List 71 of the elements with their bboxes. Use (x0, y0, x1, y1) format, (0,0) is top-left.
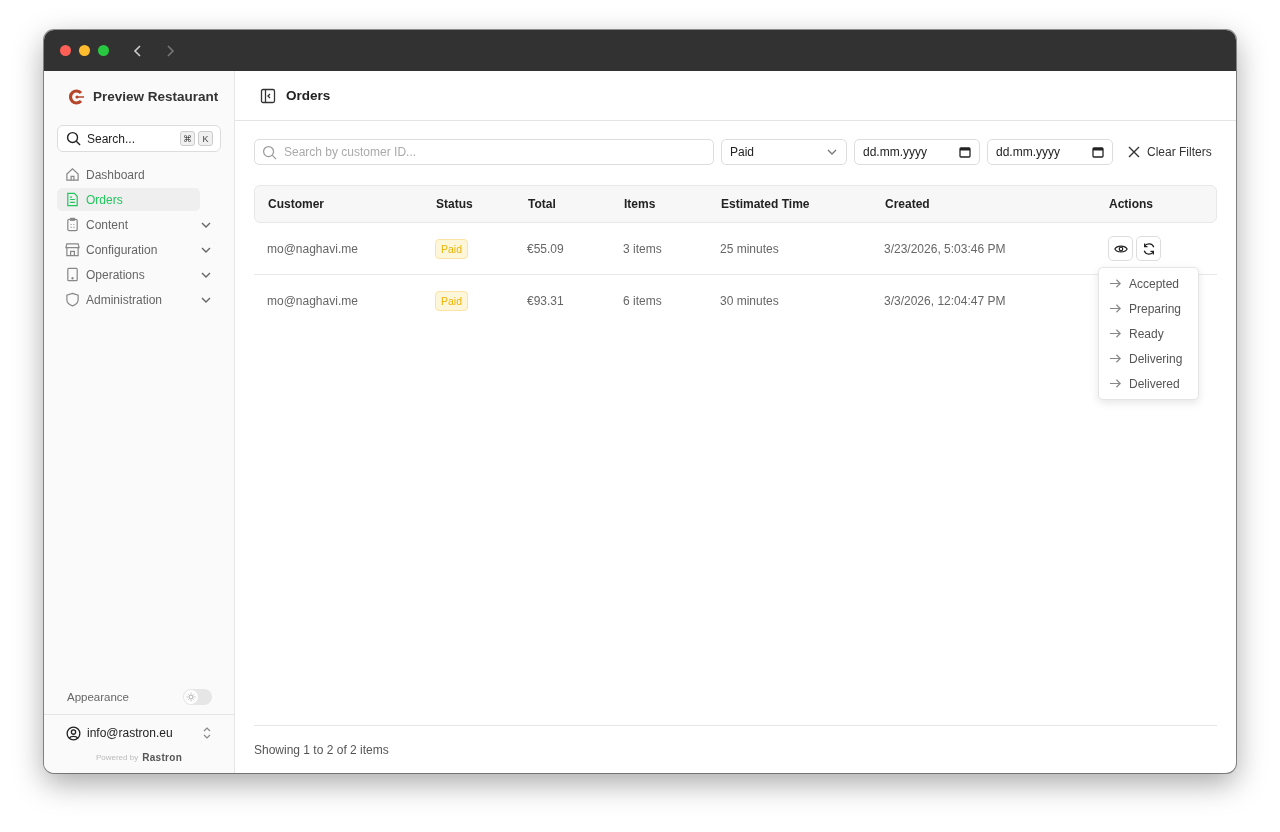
customer-search-field[interactable]: Search by customer ID... (254, 139, 714, 165)
nav-item[interactable]: Configuration (57, 238, 221, 261)
store-icon (65, 242, 80, 257)
page-title: Orders (286, 88, 331, 103)
calendar-icon (959, 146, 971, 158)
status-badge: Paid (435, 290, 468, 311)
nav-item[interactable]: Dashboard (57, 163, 221, 186)
shortcut-key: ⌘ (180, 131, 195, 146)
document-icon (65, 192, 80, 207)
appearance-toggle[interactable] (183, 689, 212, 705)
refresh-icon (1141, 241, 1156, 256)
arrow-right-icon (1109, 377, 1122, 390)
menu-item[interactable]: Ready (1099, 321, 1198, 346)
column-header: Customer (268, 197, 325, 211)
nav-item[interactable]: Content (57, 213, 221, 236)
arrow-right-icon (1109, 352, 1122, 365)
clipboard-icon (65, 217, 80, 232)
shortcut-key: K (198, 131, 213, 146)
restaurant-name: Preview Restaurant (93, 89, 219, 104)
status-badge: Paid (435, 238, 468, 259)
sun-icon (186, 692, 196, 702)
table-cell-text: 3/23/2026, 5:03:46 PM (884, 241, 1007, 256)
view-button[interactable] (1108, 236, 1133, 261)
arrow-right-icon (1109, 327, 1122, 340)
clear-filters-button[interactable]: Clear Filters (1128, 145, 1212, 159)
change-status-button[interactable] (1136, 236, 1161, 261)
table-cell-text: 25 minutes (720, 241, 780, 256)
menu-item[interactable]: Delivered (1099, 371, 1198, 396)
table-cell-text: mo@naghavi.me (267, 241, 359, 256)
table-cell-text: €93.31 (527, 293, 565, 308)
column-header: Estimated Time (721, 197, 811, 211)
nav-item[interactable]: Administration (57, 288, 221, 311)
minimize-icon[interactable] (79, 45, 90, 56)
appearance-label: Appearance (67, 691, 130, 703)
arrow-right-icon (1109, 302, 1122, 315)
close-icon[interactable] (60, 45, 71, 56)
search-icon (66, 131, 81, 146)
column-header: Actions (1109, 197, 1154, 211)
calendar-icon (1092, 146, 1104, 158)
sidebar-toggle-icon[interactable] (260, 87, 276, 104)
status-select[interactable]: Paid (721, 139, 847, 165)
logo-icon (69, 88, 85, 105)
nav-item[interactable]: Operations (57, 263, 221, 286)
date-field[interactable]: dd.mm.yyyy (987, 139, 1113, 165)
search-icon (262, 145, 277, 160)
menu-item[interactable]: Delivering (1099, 346, 1198, 371)
maximize-icon[interactable] (98, 45, 109, 56)
shield-icon (65, 292, 80, 307)
close-icon (1128, 146, 1140, 158)
table-cell-text: 3/3/2026, 12:04:47 PM (884, 293, 1007, 308)
user-icon (66, 725, 81, 741)
home-icon (65, 167, 80, 182)
date-field[interactable]: dd.mm.yyyy (854, 139, 980, 165)
column-header: Created (885, 197, 931, 211)
column-header: Total (528, 197, 557, 211)
table-cell-text: €55.09 (527, 241, 565, 256)
table-cell-text: mo@naghavi.me (267, 293, 359, 308)
brand-logo: Rastron (142, 751, 183, 763)
column-header: Items (624, 197, 657, 211)
tablet-icon (65, 267, 80, 282)
table-cell-text: 3 items (623, 241, 663, 256)
pagination-summary: Showing 1 to 2 of 2 items (254, 742, 389, 757)
column-header: Status (436, 197, 474, 211)
table-cell-text: 6 items (623, 293, 663, 308)
updown-icon (202, 726, 212, 740)
menu-item[interactable]: Preparing (1099, 296, 1198, 321)
table-cell-text: 30 minutes (720, 293, 780, 308)
account-switcher[interactable]: info@rastron.eu (66, 721, 212, 745)
search-field[interactable]: Search... ⌘ K (57, 125, 221, 152)
menu-item[interactable]: Accepted (1099, 271, 1198, 296)
arrow-right-icon (1109, 277, 1122, 290)
